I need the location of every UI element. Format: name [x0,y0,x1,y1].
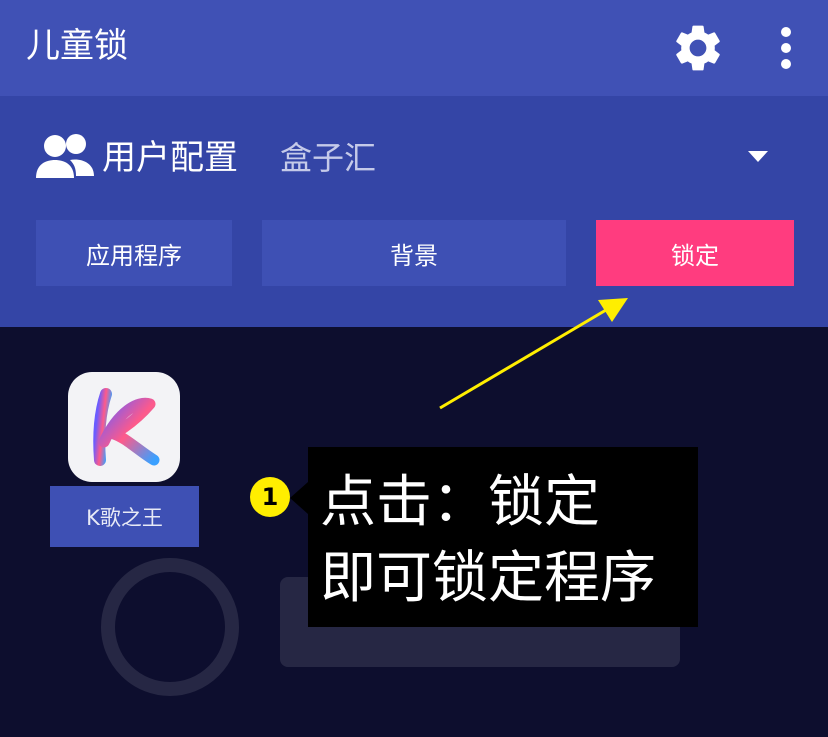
people-icon [36,130,94,180]
profile-select[interactable]: 盒子汇 [280,134,376,182]
app-item-label[interactable]: K歌之王 [50,486,199,547]
settings-button[interactable] [670,20,726,76]
annotation-line-2: 即可锁定程序 [320,546,656,611]
tab-background-button[interactable]: 背景 [262,220,566,286]
annotation-line-1: 点击：锁定 [320,470,600,535]
profile-panel [0,96,828,327]
lock-button[interactable]: 锁定 [596,220,794,286]
karaoke-k-icon[interactable] [68,372,180,482]
callout-pointer [290,482,308,514]
step-number-badge: 1 [250,477,290,517]
profile-label: 用户配置 [102,138,238,178]
gear-icon [676,25,720,71]
more-options-button[interactable] [768,20,804,76]
app-title: 儿童锁 [26,26,128,66]
chevron-down-icon[interactable] [744,147,772,165]
more-vert-icon [781,27,791,69]
tab-apps-button[interactable]: 应用程序 [36,220,232,286]
